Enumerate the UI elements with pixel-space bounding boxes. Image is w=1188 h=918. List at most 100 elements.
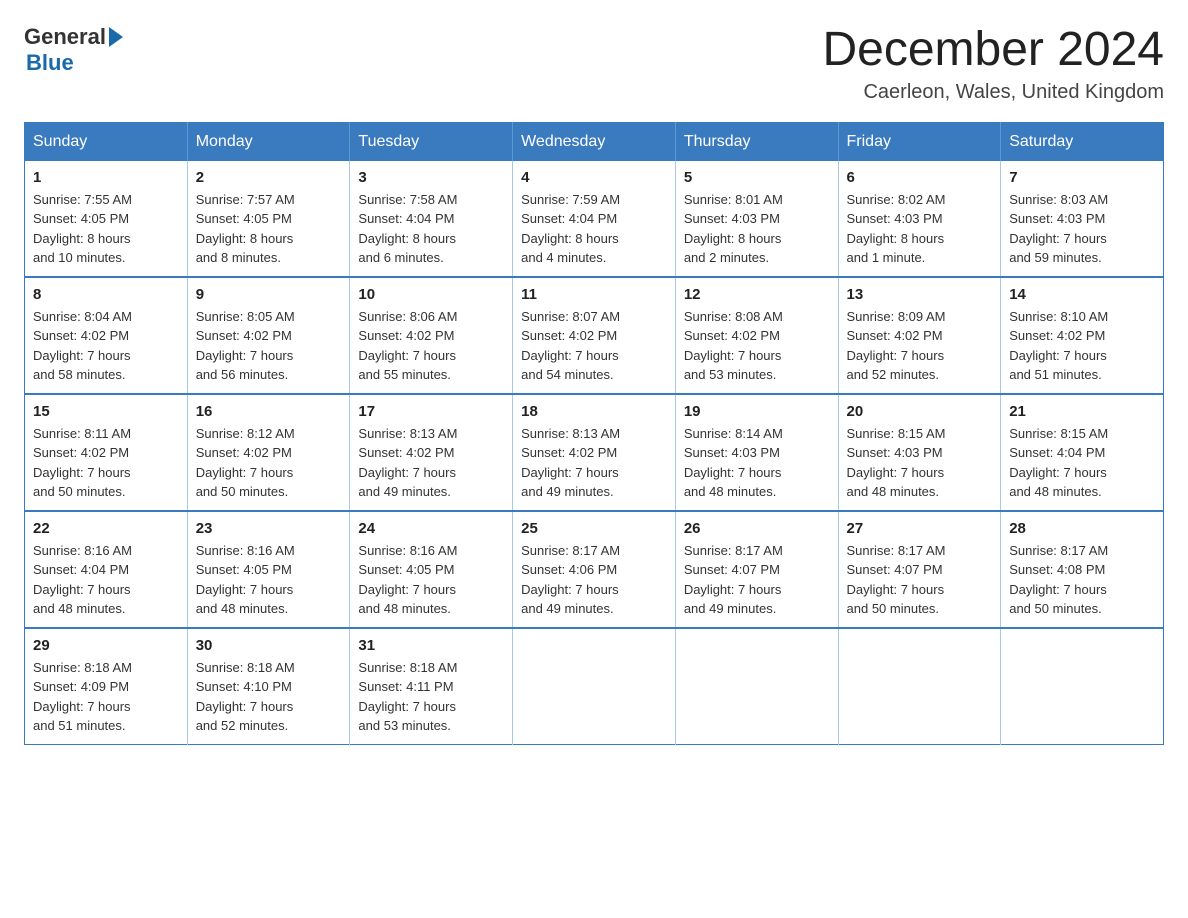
day-number: 8 xyxy=(33,286,179,303)
table-row: 25Sunrise: 8:17 AMSunset: 4:06 PMDayligh… xyxy=(513,511,676,628)
day-number: 15 xyxy=(33,403,179,420)
table-row: 5 Sunrise: 8:01 AMSunset: 4:03 PMDaylight… xyxy=(675,161,838,277)
col-sunday: Sunday xyxy=(25,122,188,161)
calendar-week-row: 1 Sunrise: 7:55 AMSunset: 4:05 PMDaylight… xyxy=(25,161,1164,277)
day-number: 1 xyxy=(33,169,179,186)
table-row: 4 Sunrise: 7:59 AMSunset: 4:04 PMDaylight… xyxy=(513,161,676,277)
table-row: 8 Sunrise: 8:04 AMSunset: 4:02 PMDaylight… xyxy=(25,277,188,394)
day-number: 29 xyxy=(33,637,179,654)
day-number: 7 xyxy=(1009,169,1155,186)
day-info: Sunrise: 8:02 AMSunset: 4:03 PMDaylight:… xyxy=(847,190,993,268)
day-info: Sunrise: 8:05 AMSunset: 4:02 PMDaylight:… xyxy=(196,307,342,385)
table-row: 7 Sunrise: 8:03 AMSunset: 4:03 PMDaylight… xyxy=(1001,161,1164,277)
logo-general-text: General xyxy=(24,24,106,50)
day-number: 27 xyxy=(847,520,993,537)
table-row: 16Sunrise: 8:12 AMSunset: 4:02 PMDayligh… xyxy=(187,394,350,511)
calendar-week-row: 29 Sunrise: 8:18 AMSunset: 4:09 PMDayligh… xyxy=(25,628,1164,745)
table-row: 10 Sunrise: 8:06 AMSunset: 4:02 PMDayligh… xyxy=(350,277,513,394)
table-row: 23 Sunrise: 8:16 AMSunset: 4:05 PMDayligh… xyxy=(187,511,350,628)
title-section: December 2024 Caerleon, Wales, United Ki… xyxy=(822,24,1164,104)
table-row: 12 Sunrise: 8:08 AMSunset: 4:02 PMDayligh… xyxy=(675,277,838,394)
table-row: 20 Sunrise: 8:15 AMSunset: 4:03 PMDayligh… xyxy=(838,394,1001,511)
day-number: 18 xyxy=(521,403,667,420)
col-thursday: Thursday xyxy=(675,122,838,161)
calendar-table: Sunday Monday Tuesday Wednesday Thursday… xyxy=(24,122,1164,745)
day-info: Sunrise: 8:06 AMSunset: 4:02 PMDaylight:… xyxy=(358,307,504,385)
day-info: Sunrise: 8:07 AMSunset: 4:02 PMDaylight:… xyxy=(521,307,667,385)
day-info: Sunrise: 7:55 AMSunset: 4:05 PMDaylight:… xyxy=(33,190,179,268)
table-row: 3 Sunrise: 7:58 AMSunset: 4:04 PMDaylight… xyxy=(350,161,513,277)
day-number: 23 xyxy=(196,520,342,537)
logo-blue-text: Blue xyxy=(26,50,123,76)
table-row: 28 Sunrise: 8:17 AMSunset: 4:08 PMDayligh… xyxy=(1001,511,1164,628)
month-title: December 2024 xyxy=(822,24,1164,77)
day-number: 14 xyxy=(1009,286,1155,303)
day-number: 24 xyxy=(358,520,504,537)
day-info: Sunrise: 7:57 AMSunset: 4:05 PMDaylight:… xyxy=(196,190,342,268)
day-info: Sunrise: 8:04 AMSunset: 4:02 PMDaylight:… xyxy=(33,307,179,385)
page-header: General Blue December 2024 Caerleon, Wal… xyxy=(24,24,1164,104)
day-number: 4 xyxy=(521,169,667,186)
day-number: 3 xyxy=(358,169,504,186)
table-row: 1 Sunrise: 7:55 AMSunset: 4:05 PMDaylight… xyxy=(25,161,188,277)
table-row: 24 Sunrise: 8:16 AMSunset: 4:05 PMDayligh… xyxy=(350,511,513,628)
day-number: 11 xyxy=(521,286,667,303)
day-number: 28 xyxy=(1009,520,1155,537)
col-saturday: Saturday xyxy=(1001,122,1164,161)
calendar-week-row: 22Sunrise: 8:16 AMSunset: 4:04 PMDayligh… xyxy=(25,511,1164,628)
day-number: 2 xyxy=(196,169,342,186)
day-info: Sunrise: 8:15 AMSunset: 4:03 PMDaylight:… xyxy=(847,424,993,502)
day-info: Sunrise: 8:16 AMSunset: 4:04 PMDaylight:… xyxy=(33,541,179,619)
table-row: 30 Sunrise: 8:18 AMSunset: 4:10 PMDayligh… xyxy=(187,628,350,745)
day-info: Sunrise: 8:03 AMSunset: 4:03 PMDaylight:… xyxy=(1009,190,1155,268)
day-number: 20 xyxy=(847,403,993,420)
day-info: Sunrise: 8:17 AMSunset: 4:07 PMDaylight:… xyxy=(847,541,993,619)
table-row: 19Sunrise: 8:14 AMSunset: 4:03 PMDayligh… xyxy=(675,394,838,511)
day-number: 13 xyxy=(847,286,993,303)
day-info: Sunrise: 8:16 AMSunset: 4:05 PMDaylight:… xyxy=(196,541,342,619)
day-info: Sunrise: 8:10 AMSunset: 4:02 PMDaylight:… xyxy=(1009,307,1155,385)
day-number: 12 xyxy=(684,286,830,303)
day-info: Sunrise: 8:08 AMSunset: 4:02 PMDaylight:… xyxy=(684,307,830,385)
table-row: 13 Sunrise: 8:09 AMSunset: 4:02 PMDayligh… xyxy=(838,277,1001,394)
day-number: 10 xyxy=(358,286,504,303)
day-info: Sunrise: 8:12 AMSunset: 4:02 PMDaylight:… xyxy=(196,424,342,502)
table-row: 21 Sunrise: 8:15 AMSunset: 4:04 PMDayligh… xyxy=(1001,394,1164,511)
day-info: Sunrise: 8:14 AMSunset: 4:03 PMDaylight:… xyxy=(684,424,830,502)
table-row: 31 Sunrise: 8:18 AMSunset: 4:11 PMDayligh… xyxy=(350,628,513,745)
col-wednesday: Wednesday xyxy=(513,122,676,161)
day-number: 21 xyxy=(1009,403,1155,420)
day-info: Sunrise: 7:58 AMSunset: 4:04 PMDaylight:… xyxy=(358,190,504,268)
day-number: 30 xyxy=(196,637,342,654)
table-row: 6 Sunrise: 8:02 AMSunset: 4:03 PMDaylight… xyxy=(838,161,1001,277)
table-row xyxy=(1001,628,1164,745)
table-row: 17Sunrise: 8:13 AMSunset: 4:02 PMDayligh… xyxy=(350,394,513,511)
day-info: Sunrise: 8:18 AMSunset: 4:10 PMDaylight:… xyxy=(196,658,342,736)
table-row: 27 Sunrise: 8:17 AMSunset: 4:07 PMDayligh… xyxy=(838,511,1001,628)
day-number: 31 xyxy=(358,637,504,654)
day-info: Sunrise: 8:11 AMSunset: 4:02 PMDaylight:… xyxy=(33,424,179,502)
table-row xyxy=(838,628,1001,745)
table-row xyxy=(675,628,838,745)
day-info: Sunrise: 8:13 AMSunset: 4:02 PMDaylight:… xyxy=(358,424,504,502)
day-info: Sunrise: 8:09 AMSunset: 4:02 PMDaylight:… xyxy=(847,307,993,385)
day-info: Sunrise: 8:18 AMSunset: 4:09 PMDaylight:… xyxy=(33,658,179,736)
day-info: Sunrise: 8:15 AMSunset: 4:04 PMDaylight:… xyxy=(1009,424,1155,502)
day-info: Sunrise: 8:18 AMSunset: 4:11 PMDaylight:… xyxy=(358,658,504,736)
table-row: 9Sunrise: 8:05 AMSunset: 4:02 PMDaylight… xyxy=(187,277,350,394)
location-text: Caerleon, Wales, United Kingdom xyxy=(822,81,1164,104)
day-info: Sunrise: 8:16 AMSunset: 4:05 PMDaylight:… xyxy=(358,541,504,619)
day-info: Sunrise: 8:17 AMSunset: 4:08 PMDaylight:… xyxy=(1009,541,1155,619)
col-tuesday: Tuesday xyxy=(350,122,513,161)
day-info: Sunrise: 8:01 AMSunset: 4:03 PMDaylight:… xyxy=(684,190,830,268)
table-row: 22Sunrise: 8:16 AMSunset: 4:04 PMDayligh… xyxy=(25,511,188,628)
day-number: 5 xyxy=(684,169,830,186)
table-row: 18Sunrise: 8:13 AMSunset: 4:02 PMDayligh… xyxy=(513,394,676,511)
table-row: 11 Sunrise: 8:07 AMSunset: 4:02 PMDayligh… xyxy=(513,277,676,394)
day-info: Sunrise: 7:59 AMSunset: 4:04 PMDaylight:… xyxy=(521,190,667,268)
col-friday: Friday xyxy=(838,122,1001,161)
day-info: Sunrise: 8:17 AMSunset: 4:06 PMDaylight:… xyxy=(521,541,667,619)
day-number: 6 xyxy=(847,169,993,186)
table-row: 14 Sunrise: 8:10 AMSunset: 4:02 PMDayligh… xyxy=(1001,277,1164,394)
calendar-week-row: 8 Sunrise: 8:04 AMSunset: 4:02 PMDaylight… xyxy=(25,277,1164,394)
